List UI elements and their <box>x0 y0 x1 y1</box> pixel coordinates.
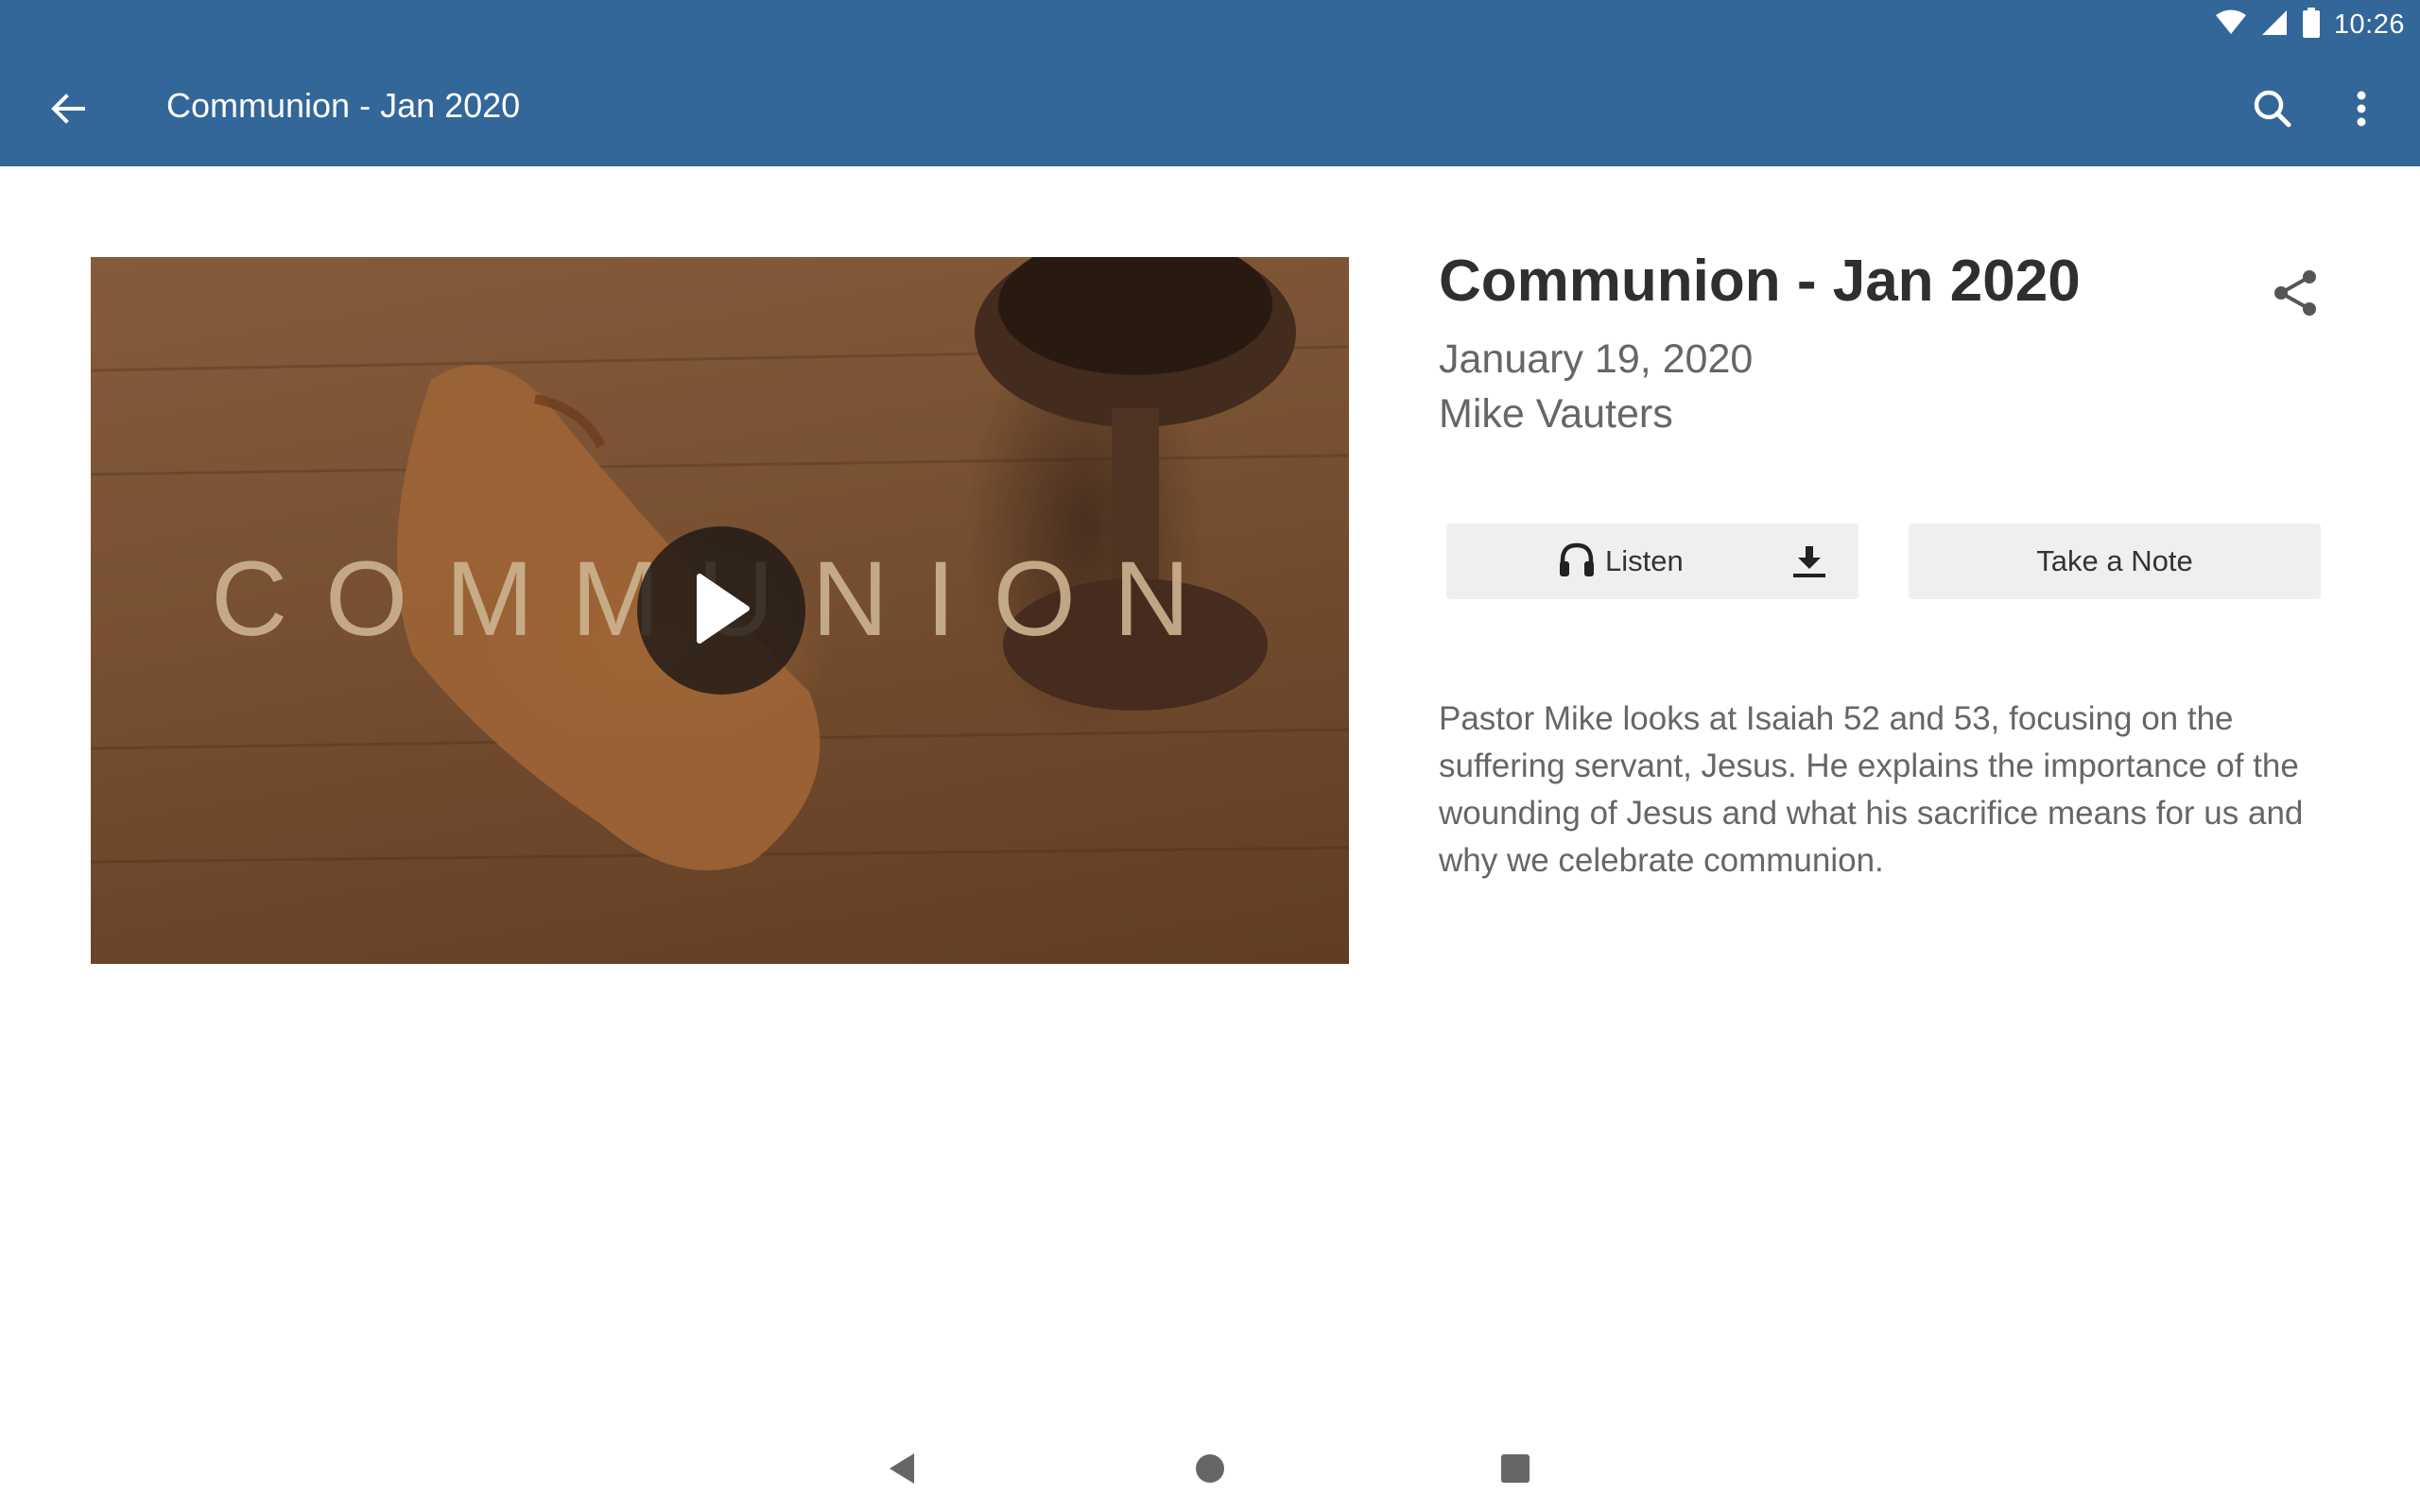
status-icons: 10:26 <box>2215 6 2405 43</box>
headphones-icon <box>1558 541 1596 582</box>
video-thumbnail[interactable]: COMMUNION <box>91 257 1349 964</box>
sermon-date: January 19, 2020 <box>1439 336 1754 382</box>
play-icon <box>688 571 754 651</box>
battery-icon <box>2302 7 2321 43</box>
sermon-description: Pastor Mike looks at Isaiah 52 and 53, f… <box>1439 700 2304 879</box>
cell-signal-icon <box>2260 9 2289 42</box>
app-bar-title: Communion - Jan 2020 <box>166 86 521 125</box>
sermon-title: Communion - Jan 2020 <box>1439 249 2081 314</box>
nav-home-icon[interactable] <box>1180 1438 1240 1499</box>
status-bar: 10:26 <box>0 0 2420 46</box>
download-icon[interactable] <box>1789 541 1830 582</box>
status-time: 10:26 <box>2333 9 2405 40</box>
take-note-button[interactable]: Take a Note <box>1909 524 2321 599</box>
nav-recents-icon[interactable] <box>1485 1438 1546 1499</box>
share-icon[interactable] <box>2265 263 2325 323</box>
sermon-speaker: Mike Vauters <box>1439 391 1673 437</box>
listen-label: Listen <box>1605 544 1684 577</box>
take-note-label: Take a Note <box>2036 544 2193 577</box>
listen-content: Listen <box>1558 524 1684 599</box>
arrow-back-icon[interactable] <box>38 78 98 139</box>
wifi-icon <box>2215 9 2247 41</box>
play-button[interactable] <box>637 526 805 695</box>
app-bar: Communion - Jan 2020 <box>0 46 2420 166</box>
search-icon[interactable] <box>2242 78 2303 139</box>
more-vert-icon[interactable] <box>2331 78 2392 139</box>
navigation-bar <box>0 1418 2420 1512</box>
nav-back-icon[interactable] <box>872 1438 932 1499</box>
listen-button[interactable]: Listen <box>1446 524 1858 599</box>
